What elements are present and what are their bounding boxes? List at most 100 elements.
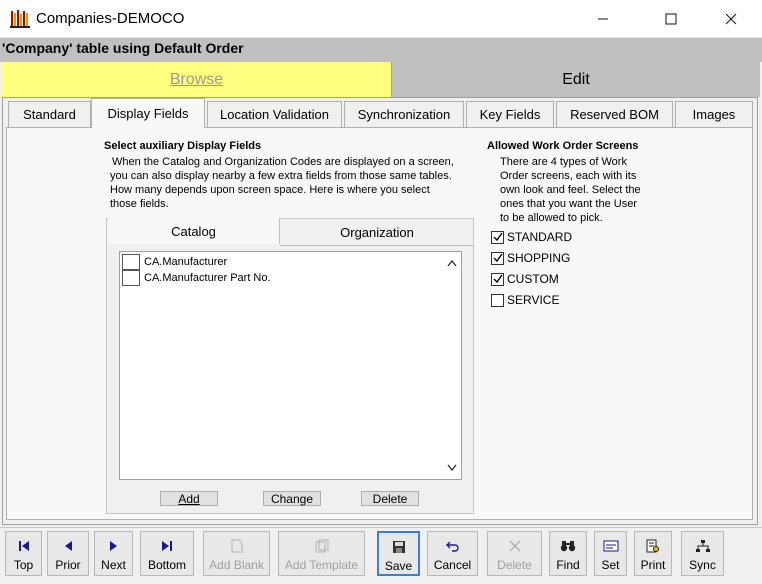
find-label: Find [556,558,580,572]
undo-icon [445,537,460,555]
delete-record-label: Delete [497,558,532,572]
sync-button[interactable]: Sync [681,531,724,576]
standard-label: STANDARD [507,230,573,244]
list-item-checkbox[interactable] [122,254,140,270]
display-fields-desc-2: you can also display nearby a few extra … [110,170,452,182]
window-title: Companies-DEMOCO [36,10,185,27]
display-fields-desc-1: When the Catalog and Organization Codes … [112,156,454,168]
save-icon [392,538,406,556]
scroll-up-button[interactable] [445,256,459,270]
maximize-button[interactable] [648,0,694,38]
add-field-button[interactable]: Add [160,491,218,506]
tab-standard[interactable]: Standard [8,101,91,127]
work-order-desc-2: Order screens, each with its [500,170,637,182]
top-button[interactable]: Top [5,531,42,576]
delete-field-button[interactable]: Delete [361,491,419,506]
work-order-heading: Allowed Work Order Screens [487,140,639,152]
first-record-icon [18,537,30,555]
network-icon [695,537,711,555]
scroll-down-button[interactable] [445,461,459,475]
delete-icon [508,537,521,555]
add-blank-label: Add Blank [209,558,264,572]
sync-label: Sync [689,558,716,572]
option-service[interactable]: SERVICE [491,292,559,308]
add-template-label: Add Template [284,558,359,572]
print-preview-icon [646,537,660,555]
minimize-icon [598,18,608,20]
add-template-button[interactable]: Add Template [278,531,365,576]
prior-button[interactable]: Prior [47,531,89,576]
list-item-label: CA.Manufacturer Part No. [144,272,271,284]
minimize-button[interactable] [580,0,626,38]
next-icon [109,537,119,555]
change-field-button[interactable]: Change [263,491,321,506]
previous-icon [63,537,73,555]
subtab-catalog[interactable]: Catalog [108,218,280,244]
template-icon [315,537,329,555]
tab-key-fields[interactable]: Key Fields [466,101,554,127]
list-item[interactable]: CA.Manufacturer [122,254,227,270]
chevron-down-icon [447,464,457,472]
set-button[interactable]: Set [594,531,627,576]
list-item[interactable]: CA.Manufacturer Part No. [122,270,271,286]
browse-mode-button[interactable]: Browse [2,62,391,97]
last-record-icon [161,537,173,555]
check-icon [493,274,503,284]
shopping-label: SHOPPING [507,251,571,265]
service-checkbox[interactable] [491,293,504,307]
title-bar: Companies-DEMOCO [0,0,762,38]
find-button[interactable]: Find [549,531,587,576]
print-button[interactable]: Print [634,531,672,576]
set-label: Set [601,558,620,572]
next-label: Next [101,558,126,572]
service-label: SERVICE [507,293,560,307]
work-order-desc-5: to be allowed to pick. [500,212,603,224]
list-item-checkbox[interactable] [122,270,140,286]
tab-synchronization[interactable]: Synchronization [344,101,464,127]
display-fields-desc-3: How many depends upon screen space. Here… [110,184,430,196]
maximize-icon [665,13,677,25]
set-icon [603,537,619,555]
delete-record-button[interactable]: Delete [487,531,542,576]
close-icon [725,13,737,25]
shopping-checkbox[interactable] [491,251,504,265]
prior-label: Prior [55,558,81,572]
custom-label: CUSTOM [507,272,559,286]
save-button[interactable]: Save [377,531,420,576]
binoculars-icon [560,537,576,555]
check-icon [493,232,503,242]
bottom-button[interactable]: Bottom [140,531,194,576]
cancel-button[interactable]: Cancel [427,531,478,576]
option-shopping[interactable]: SHOPPING [491,250,570,266]
work-order-desc-3: own look and feel. Select the [500,184,641,196]
table-header: 'Company' table using Default Order [0,38,762,62]
work-order-desc-4: ones that you want the User [500,198,637,210]
close-button[interactable] [708,0,754,38]
option-standard[interactable]: STANDARD [491,229,572,245]
tab-display-fields[interactable]: Display Fields [91,98,205,128]
display-fields-heading: Select auxiliary Display Fields [104,140,262,152]
next-button[interactable]: Next [94,531,133,576]
edit-mode-button[interactable]: Edit [391,62,760,97]
tab-location-validation[interactable]: Location Validation [207,101,342,127]
add-blank-button[interactable]: Add Blank [203,531,270,576]
blank-page-icon [231,537,243,555]
chevron-up-icon [447,259,457,267]
display-fields-list[interactable]: CA.Manufacturer CA.Manufacturer Part No. [119,251,462,480]
subtab-organization[interactable]: Organization [280,220,474,246]
standard-checkbox[interactable] [491,230,504,244]
check-icon [493,253,503,263]
top-label: Top [13,558,34,572]
bottom-label: Bottom [147,558,186,572]
cancel-label: Cancel [433,558,472,572]
custom-checkbox[interactable] [491,272,504,286]
tab-images[interactable]: Images [675,101,753,127]
tab-reserved-bom[interactable]: Reserved BOM [556,101,673,127]
print-label: Print [640,558,666,572]
option-custom[interactable]: CUSTOM [491,271,559,287]
app-icon [10,10,30,28]
display-fields-desc-4: those fields. [110,198,169,210]
work-order-desc-1: There are 4 types of Work [500,156,627,168]
list-item-label: CA.Manufacturer [144,256,228,268]
save-label: Save [384,559,413,573]
